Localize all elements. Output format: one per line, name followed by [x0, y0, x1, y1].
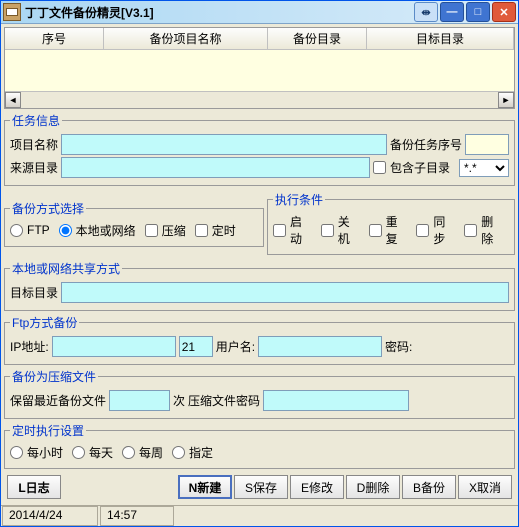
- ftp-user-input[interactable]: [258, 336, 382, 357]
- project-name-input[interactable]: [61, 134, 387, 155]
- ftp-port-input[interactable]: [179, 336, 213, 357]
- cond-group: 执行条件 启动 关机 重复 同步 删除: [267, 191, 515, 255]
- close-button[interactable]: ✕: [492, 2, 516, 22]
- delete-button[interactable]: D删除: [346, 475, 400, 499]
- include-sub-check[interactable]: 包含子目录: [373, 159, 450, 176]
- status-date: 2014/4/24: [2, 506, 98, 526]
- ftp-ip-label: IP地址:: [10, 338, 49, 355]
- col-target-dir[interactable]: 目标目录: [367, 28, 514, 49]
- ftp-user-label: 用户名:: [216, 338, 255, 355]
- source-dir-label: 来源目录: [10, 159, 58, 176]
- sched-daily-radio[interactable]: 每天: [72, 444, 113, 461]
- sched-custom-radio[interactable]: 指定: [172, 444, 213, 461]
- method-local-radio[interactable]: 本地或网络: [59, 222, 136, 239]
- target-dir-input[interactable]: [61, 282, 509, 303]
- zip-count-unit: 次: [173, 392, 185, 409]
- zip-legend: 备份为压缩文件: [10, 368, 98, 385]
- source-dir-input[interactable]: [61, 157, 370, 178]
- project-name-label: 项目名称: [10, 136, 58, 153]
- method-group: 备份方式选择 FTP 本地或网络 压缩 定时: [4, 200, 264, 247]
- zip-keep-label: 保留最近备份文件: [10, 392, 106, 409]
- minimize-button[interactable]: —: [440, 2, 464, 22]
- ftp-ip-input[interactable]: [52, 336, 176, 357]
- ftp-pwd-label: 密码:: [385, 338, 412, 355]
- ftp-group: Ftp方式备份 IP地址: 用户名: 密码:: [4, 314, 515, 365]
- col-backup-dir[interactable]: 备份目录: [268, 28, 367, 49]
- method-ftp-radio[interactable]: FTP: [10, 223, 50, 237]
- scroll-track[interactable]: [21, 92, 498, 108]
- cond-delete-check[interactable]: 删除: [464, 213, 503, 247]
- new-button[interactable]: N新建: [178, 475, 232, 499]
- app-icon: [3, 3, 21, 21]
- save-button[interactable]: S保存: [234, 475, 288, 499]
- grid-body[interactable]: [5, 50, 514, 91]
- backup-button[interactable]: B备份: [402, 475, 456, 499]
- col-project[interactable]: 备份项目名称: [104, 28, 268, 49]
- task-info-group: 任务信息 项目名称 备份任务序号 来源目录 包含子目录 *.*: [4, 112, 515, 186]
- zip-group: 备份为压缩文件 保留最近备份文件 次 压缩文件密码: [4, 368, 515, 419]
- cond-sync-check[interactable]: 同步: [416, 213, 455, 247]
- local-share-group: 本地或网络共享方式 目标目录: [4, 260, 515, 311]
- sched-weekly-radio[interactable]: 每周: [122, 444, 163, 461]
- log-button[interactable]: L日志: [7, 475, 61, 499]
- zip-count-input[interactable]: [109, 390, 170, 411]
- sched-legend: 定时执行设置: [10, 422, 86, 439]
- task-info-legend: 任务信息: [10, 112, 62, 129]
- zip-pwd-input[interactable]: [263, 390, 409, 411]
- task-no-input[interactable]: [465, 134, 509, 155]
- method-compress-check[interactable]: 压缩: [145, 222, 186, 239]
- local-share-legend: 本地或网络共享方式: [10, 260, 122, 277]
- cond-shutdown-check[interactable]: 关机: [321, 213, 360, 247]
- cond-repeat-check[interactable]: 重复: [369, 213, 408, 247]
- status-time: 14:57: [100, 506, 174, 526]
- cond-legend: 执行条件: [273, 191, 325, 208]
- zip-pwd-label: 压缩文件密码: [188, 392, 260, 409]
- col-seq[interactable]: 序号: [5, 28, 104, 49]
- pattern-select[interactable]: *.*: [459, 159, 509, 177]
- maximize-button[interactable]: □: [466, 2, 490, 22]
- scroll-right-button[interactable]: ►: [498, 92, 514, 108]
- backup-list-grid[interactable]: 序号 备份项目名称 备份目录 目标目录 ◄ ►: [4, 27, 515, 109]
- target-dir-label: 目标目录: [10, 284, 58, 301]
- edit-button[interactable]: E修改: [290, 475, 344, 499]
- sched-hourly-radio[interactable]: 每小时: [10, 444, 63, 461]
- method-timed-check[interactable]: 定时: [195, 222, 236, 239]
- pin-button[interactable]: ⇹: [414, 2, 438, 22]
- window-title: 丁丁文件备份精灵[V3.1]: [25, 4, 412, 21]
- sched-group: 定时执行设置 每小时 每天 每周 指定: [4, 422, 515, 469]
- cond-start-check[interactable]: 启动: [273, 213, 312, 247]
- cancel-button[interactable]: X取消: [458, 475, 512, 499]
- scroll-left-button[interactable]: ◄: [5, 92, 21, 108]
- ftp-legend: Ftp方式备份: [10, 314, 79, 331]
- task-no-label: 备份任务序号: [390, 136, 462, 153]
- method-legend: 备份方式选择: [10, 200, 86, 217]
